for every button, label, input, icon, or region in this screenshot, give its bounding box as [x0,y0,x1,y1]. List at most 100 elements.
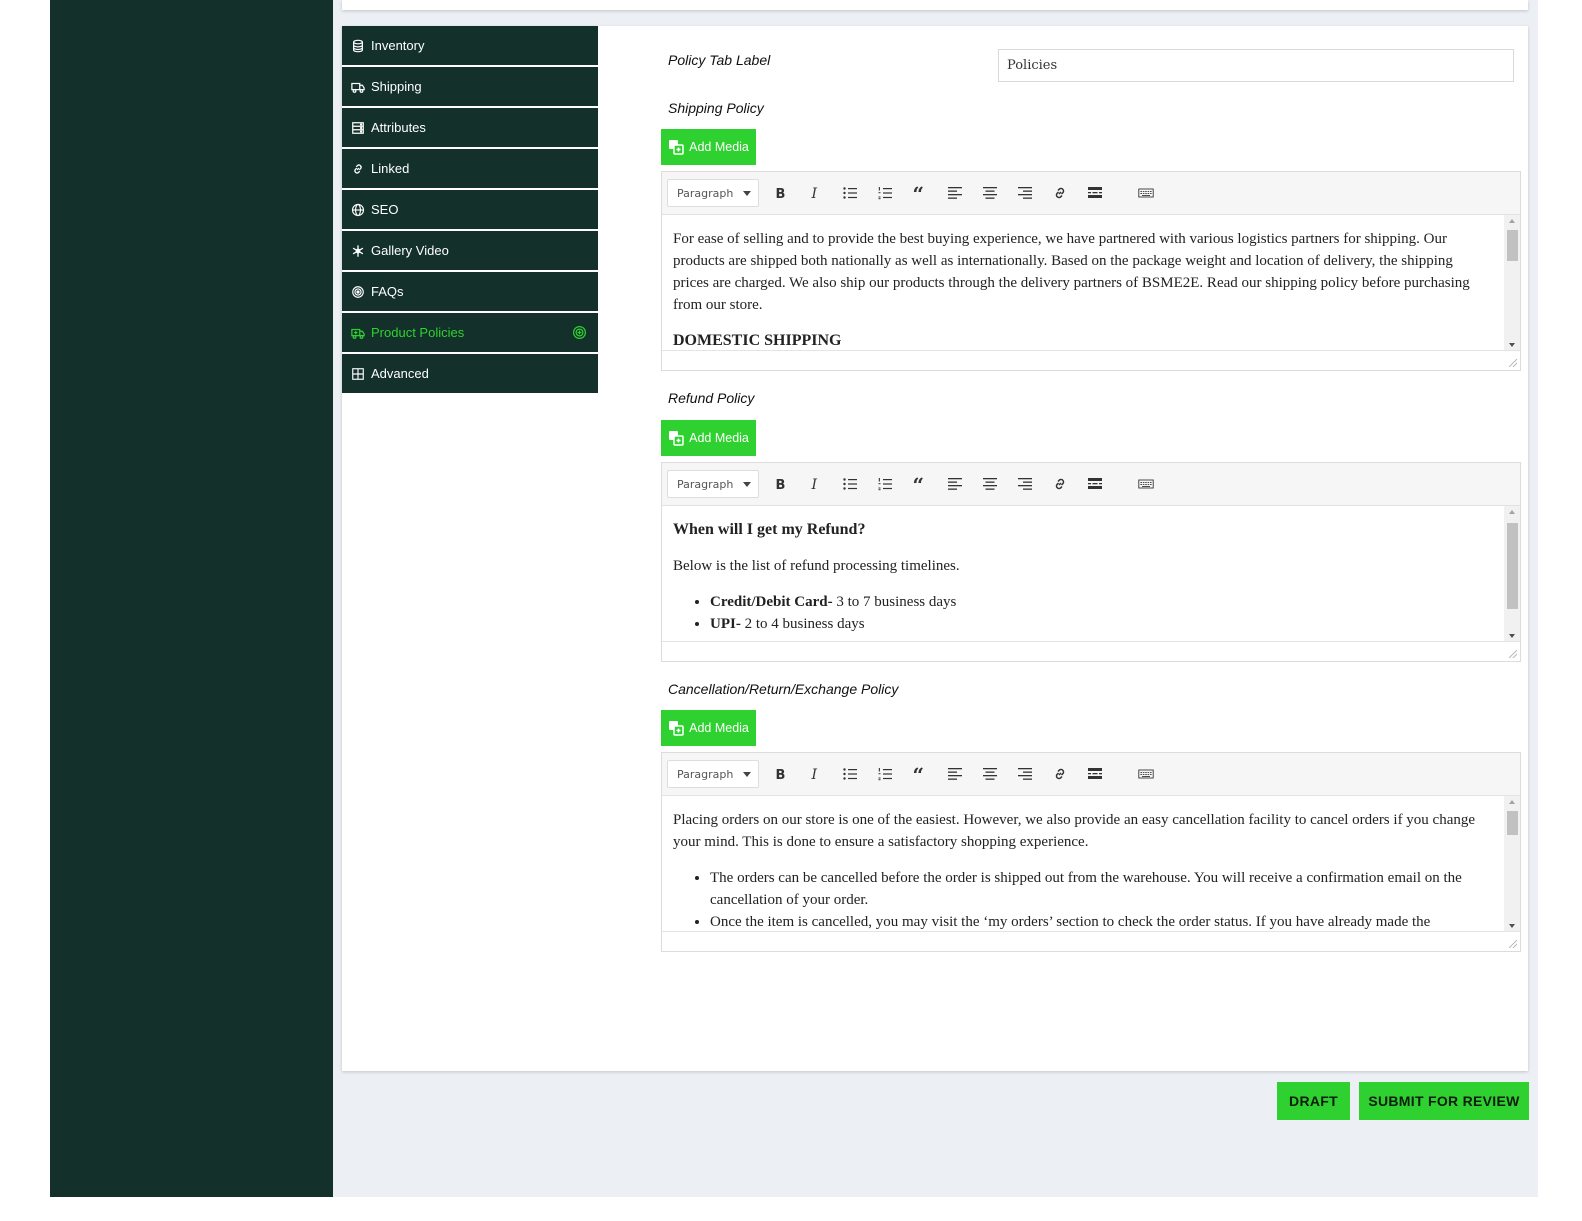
link-icon [351,162,365,176]
list-item: Credit/Debit Card- 3 to 7 business days [710,591,1490,613]
align-center-icon [983,187,997,199]
toolbar-toggle-button[interactable] [1134,182,1158,204]
refund-item-bold: UPI- [710,616,741,632]
align-left-button[interactable] [943,763,967,785]
editor-content[interactable]: Placing orders on our store is one of th… [662,796,1520,933]
editor-toolbar: Paragraph B I “ [662,753,1520,796]
tab-label: Advanced [371,366,429,381]
insert-link-button[interactable] [1048,182,1072,204]
read-more-icon [1088,187,1102,198]
cancellation-add-media-button[interactable]: Add Media [661,710,756,746]
chevron-down-icon [743,191,751,196]
align-right-button[interactable] [1013,763,1037,785]
italic-icon: I [811,477,818,492]
refund-policy-label: Refund Policy [668,390,755,406]
draft-button[interactable]: DRAFT [1277,1082,1350,1120]
grid-icon [351,367,365,381]
scrollbar-thumb[interactable] [1507,230,1518,261]
list-item: UPI- 2 to 4 business days [710,613,1490,635]
toolbar-toggle-icon [1138,188,1154,198]
tab-linked[interactable]: Linked [342,149,598,188]
read-more-button[interactable] [1083,763,1107,785]
numbered-list-icon [878,478,892,491]
add-media-label: Add Media [689,431,749,445]
insert-link-button[interactable] [1048,473,1072,495]
bold-button[interactable]: B [768,763,792,785]
tab-attributes[interactable]: Attributes [342,108,598,147]
editor-content[interactable]: For ease of selling and to provide the b… [662,215,1520,352]
add-media-label: Add Media [689,140,749,154]
refund-add-media-button[interactable]: Add Media [661,420,756,456]
tab-advanced[interactable]: Advanced [342,354,598,393]
align-right-button[interactable] [1013,473,1037,495]
server-icon [351,121,365,135]
numbered-list-button[interactable] [873,473,897,495]
editor-scrollbar[interactable] [1504,796,1520,933]
bullet-list-icon [843,187,857,199]
shipping-policy-label: Shipping Policy [668,100,764,116]
align-center-button[interactable] [978,763,1002,785]
shipping-add-media-button[interactable]: Add Media [661,129,756,165]
scroll-up-icon [1509,800,1515,804]
link-icon [1055,187,1065,199]
toolbar-toggle-button[interactable] [1134,763,1158,785]
read-more-icon [1088,478,1102,489]
bold-button[interactable]: B [768,473,792,495]
editor-content[interactable]: When will I get my Refund? Below is the … [662,506,1520,643]
resize-handle-icon[interactable] [1509,359,1517,367]
bold-icon: B [776,478,786,492]
insert-link-button[interactable] [1048,763,1072,785]
blockquote-icon: “ [913,766,925,782]
policy-tab-label-input[interactable] [998,49,1514,82]
truck-icon [351,80,365,94]
scrollbar-thumb[interactable] [1507,523,1518,609]
format-select[interactable]: Paragraph [667,179,759,207]
toolbar-toggle-button[interactable] [1134,473,1158,495]
toolbar-toggle-icon [1138,479,1154,489]
align-center-button[interactable] [978,473,1002,495]
align-left-button[interactable] [943,473,967,495]
scrollbar-thumb[interactable] [1507,811,1518,835]
numbered-list-button[interactable] [873,182,897,204]
numbered-list-button[interactable] [873,763,897,785]
tab-faqs[interactable]: FAQs [342,272,598,311]
tab-gallery-video[interactable]: Gallery Video [342,231,598,270]
italic-button[interactable]: I [803,473,827,495]
align-center-button[interactable] [978,182,1002,204]
tab-product-policies[interactable]: Product Policies [342,313,598,352]
blockquote-button[interactable]: “ [908,763,932,785]
resize-handle-icon[interactable] [1509,650,1517,658]
format-select[interactable]: Paragraph [667,470,759,498]
read-more-button[interactable] [1083,473,1107,495]
italic-icon: I [811,186,818,201]
blockquote-button[interactable]: “ [908,182,932,204]
italic-button[interactable]: I [803,763,827,785]
tab-seo[interactable]: SEO [342,190,598,229]
svg-text:“: “ [913,766,925,782]
toolbar-toggle-icon [1138,769,1154,779]
align-right-button[interactable] [1013,182,1037,204]
tab-inventory[interactable]: Inventory [342,26,598,65]
italic-button[interactable]: I [803,182,827,204]
submit-for-review-button[interactable]: SUBMIT FOR REVIEW [1359,1082,1529,1120]
read-more-icon [1088,768,1102,779]
editor-scrollbar[interactable] [1504,506,1520,643]
bullet-list-button[interactable] [838,473,862,495]
add-media-icon [669,431,684,446]
read-more-button[interactable] [1083,182,1107,204]
italic-icon: I [811,767,818,782]
format-select-value: Paragraph [677,767,734,781]
format-select[interactable]: Paragraph [667,760,759,788]
blockquote-button[interactable]: “ [908,473,932,495]
align-left-button[interactable] [943,182,967,204]
resize-handle-icon[interactable] [1509,940,1517,948]
format-select-value: Paragraph [677,477,734,491]
bold-button[interactable]: B [768,182,792,204]
tab-shipping[interactable]: Shipping [342,67,598,106]
bullet-list-button[interactable] [838,763,862,785]
editor-scrollbar[interactable] [1504,215,1520,352]
align-right-icon [1018,768,1032,780]
editor-toolbar: Paragraph B I “ [662,172,1520,215]
bullet-list-button[interactable] [838,182,862,204]
bold-icon: B [776,768,786,782]
